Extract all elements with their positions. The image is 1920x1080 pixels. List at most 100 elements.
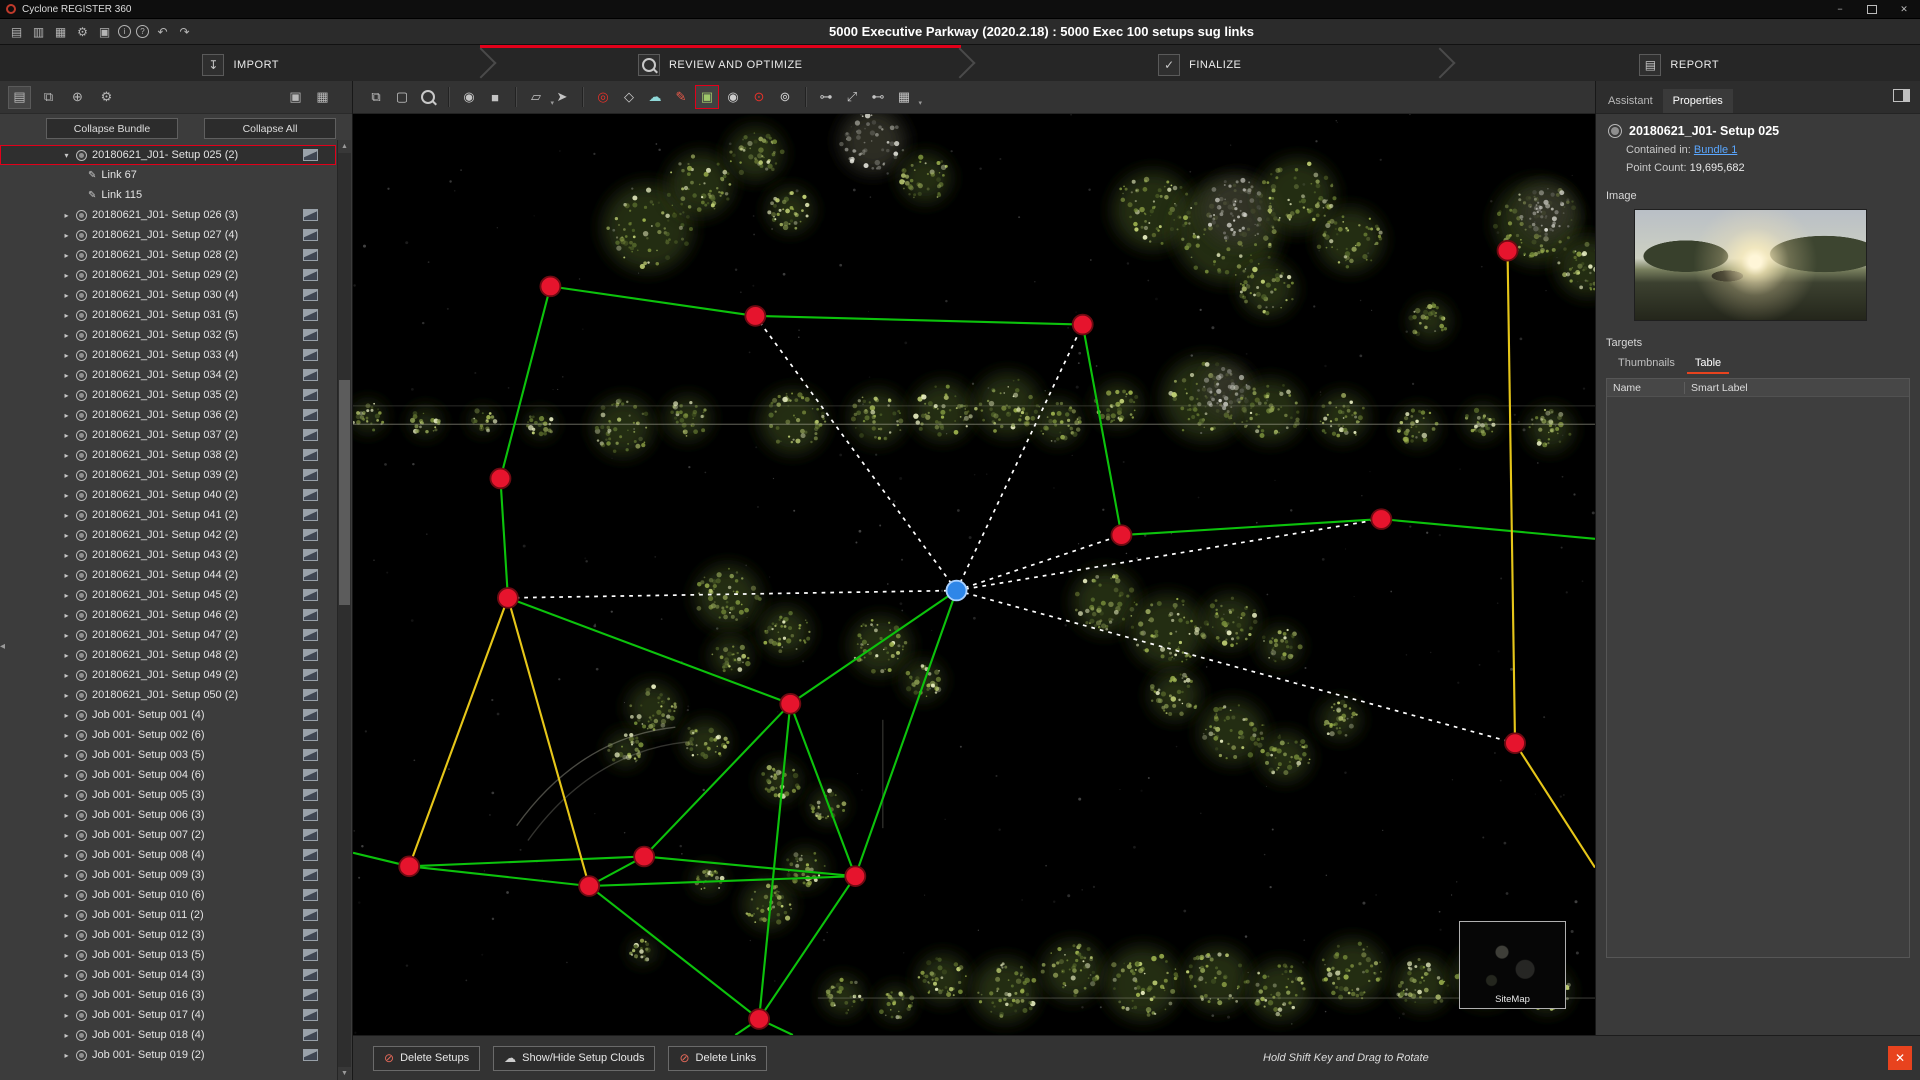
column-header-name[interactable]: Name <box>1607 382 1685 394</box>
people-links-icon[interactable]: ⊚ <box>773 85 797 109</box>
setup-image-icon[interactable] <box>303 289 318 301</box>
setup-image-icon[interactable] <box>303 1009 318 1021</box>
link-edge-yellow[interactable] <box>1515 743 1595 867</box>
expand-arrow-icon[interactable]: ▸ <box>62 1051 71 1060</box>
tree-item-setup[interactable]: ▸Job 001- Setup 007 (2) <box>0 825 336 845</box>
setup-image-icon[interactable] <box>303 609 318 621</box>
setup-node[interactable] <box>745 306 765 326</box>
setup-image-icon[interactable] <box>303 829 318 841</box>
setup-image-icon[interactable] <box>303 489 318 501</box>
setup-image-icon[interactable] <box>303 1029 318 1041</box>
show-hide-clouds-button[interactable]: ☁Show/Hide Setup Clouds <box>493 1046 655 1071</box>
expand-arrow-icon[interactable]: ▸ <box>62 271 71 280</box>
link-edge-dashed[interactable] <box>957 519 1382 590</box>
auto-cloud-link-icon[interactable]: ⊶ <box>814 85 838 109</box>
new-project-icon[interactable]: ▤ <box>8 23 25 41</box>
delete-setups-button[interactable]: ⊘Delete Setups <box>373 1046 480 1071</box>
expand-arrow-icon[interactable]: ▸ <box>62 671 71 680</box>
setup-image-icon[interactable] <box>303 709 318 721</box>
tree-item-link[interactable]: ✎Link 115 <box>0 185 336 205</box>
tree-item-setup[interactable]: ▸20180621_J01- Setup 041 (2) <box>0 505 336 525</box>
tree-item-setup[interactable]: ▸Job 001- Setup 010 (6) <box>0 885 336 905</box>
setup-node[interactable] <box>749 1009 769 1029</box>
link-edge-green[interactable] <box>755 316 1082 325</box>
expand-arrow-icon[interactable]: ▸ <box>62 1031 71 1040</box>
setup-image-icon[interactable] <box>303 689 318 701</box>
attachments-tab[interactable]: ⧉ <box>37 86 60 109</box>
scroll-up-button[interactable]: ▲ <box>338 140 351 153</box>
setup-image-icon[interactable] <box>303 349 318 361</box>
setup-image-icon[interactable] <box>303 889 318 901</box>
bundle-link[interactable]: Bundle 1 <box>1694 144 1737 156</box>
expand-arrow-icon[interactable]: ▸ <box>62 251 71 260</box>
tab-table[interactable]: Table <box>1687 355 1729 374</box>
expand-arrow-icon[interactable]: ▸ <box>62 391 71 400</box>
tree-item-setup[interactable]: ▸20180621_J01- Setup 029 (2) <box>0 265 336 285</box>
column-header-smart-label[interactable]: Smart Label <box>1685 382 1748 394</box>
tree-item-setup[interactable]: ▸Job 001- Setup 017 (4) <box>0 1005 336 1025</box>
tab-properties[interactable]: Properties <box>1663 89 1733 113</box>
expand-arrow-icon[interactable]: ▸ <box>62 811 71 820</box>
setup-image-icon[interactable] <box>303 309 318 321</box>
expand-arrow-icon[interactable]: ▸ <box>62 711 71 720</box>
tag-tool-icon[interactable]: ◇ <box>617 85 641 109</box>
setup-image-icon[interactable] <box>303 729 318 741</box>
close-view-button[interactable]: ✕ <box>1888 1046 1912 1070</box>
expand-arrow-icon[interactable]: ▸ <box>62 331 71 340</box>
tree-item-setup[interactable]: ▸20180621_J01- Setup 042 (2) <box>0 525 336 545</box>
scroll-down-button[interactable]: ▼ <box>338 1067 351 1080</box>
sidebar-scrollbar[interactable]: ▲ ▼ <box>337 140 351 1080</box>
workflow-tab-import[interactable]: ↧IMPORT <box>0 45 482 81</box>
tab-assistant[interactable]: Assistant <box>1598 89 1663 113</box>
expand-arrow-icon[interactable]: ▸ <box>62 291 71 300</box>
tree-item-setup[interactable]: ▸20180621_J01- Setup 032 (5) <box>0 325 336 345</box>
delete-links-button[interactable]: ⊘Delete Links <box>668 1046 767 1071</box>
tab-thumbnails[interactable]: Thumbnails <box>1610 355 1683 374</box>
pick-tool-icon[interactable]: ➤ <box>550 85 574 109</box>
visual-alignment-icon[interactable]: ⤢ <box>840 85 864 109</box>
setup-image-icon[interactable] <box>303 969 318 981</box>
setup-node[interactable] <box>498 588 518 608</box>
grid-view-icon[interactable]: ▦▾ <box>892 85 916 109</box>
setup-image-icon[interactable] <box>303 149 318 161</box>
settings-gear-icon[interactable]: ⚙ <box>74 23 91 41</box>
setup-image-icon[interactable] <box>303 1049 318 1061</box>
scrollbar-thumb[interactable] <box>339 380 350 605</box>
setup-image-icon[interactable] <box>303 429 318 441</box>
link-edge-green[interactable] <box>759 704 790 1019</box>
expand-arrow-icon[interactable]: ▸ <box>62 511 71 520</box>
undo-icon[interactable]: ↶ <box>154 23 171 41</box>
setup-image-icon[interactable] <box>303 629 318 641</box>
link-edge-dashed[interactable] <box>755 316 956 591</box>
expand-arrow-icon[interactable]: ▸ <box>62 991 71 1000</box>
setup-image-icon[interactable] <box>303 909 318 921</box>
tree-item-setup[interactable]: ▸Job 001- Setup 006 (3) <box>0 805 336 825</box>
setup-image-icon[interactable] <box>303 929 318 941</box>
tree-item-setup[interactable]: ▸20180621_J01- Setup 035 (2) <box>0 385 336 405</box>
tree-item-setup[interactable]: ▸20180621_J01- Setup 034 (2) <box>0 365 336 385</box>
setup-image-icon[interactable] <box>303 869 318 881</box>
link-edge-green[interactable] <box>409 856 644 866</box>
expand-arrow-icon[interactable]: ▸ <box>62 971 71 980</box>
tree-item-setup[interactable]: ▸20180621_J01- Setup 050 (2) <box>0 685 336 705</box>
minimize-button[interactable]: − <box>1824 0 1856 18</box>
expand-arrow-icon[interactable]: ▸ <box>62 311 71 320</box>
tree-item-setup[interactable]: ▸20180621_J01- Setup 044 (2) <box>0 565 336 585</box>
expand-arrow-icon[interactable]: ▸ <box>62 571 71 580</box>
tree-item-setup[interactable]: ▸20180621_J01- Setup 049 (2) <box>0 665 336 685</box>
crop-tool-icon[interactable]: ▢ <box>390 85 414 109</box>
expand-arrow-icon[interactable]: ▸ <box>62 851 71 860</box>
setup-image-icon[interactable] <box>303 529 318 541</box>
tree-item-setup[interactable]: ▸20180621_J01- Setup 048 (2) <box>0 645 336 665</box>
help-icon[interactable]: ? <box>136 25 149 38</box>
setup-image-icon[interactable] <box>303 249 318 261</box>
tree-item-setup[interactable]: ▸Job 001- Setup 016 (3) <box>0 985 336 1005</box>
tree-item-setup[interactable]: ▸20180621_J01- Setup 026 (3) <box>0 205 336 225</box>
save-icon[interactable]: ▦ <box>52 23 69 41</box>
setup-node[interactable] <box>1111 525 1131 545</box>
expand-arrow-icon[interactable]: ▸ <box>62 231 71 240</box>
setup-image-icon[interactable] <box>303 209 318 221</box>
tree-item-setup[interactable]: ▸Job 001- Setup 011 (2) <box>0 905 336 925</box>
expand-arrow-icon[interactable]: ▸ <box>62 471 71 480</box>
thumbnail-view-icon[interactable]: ▦ <box>311 86 334 109</box>
